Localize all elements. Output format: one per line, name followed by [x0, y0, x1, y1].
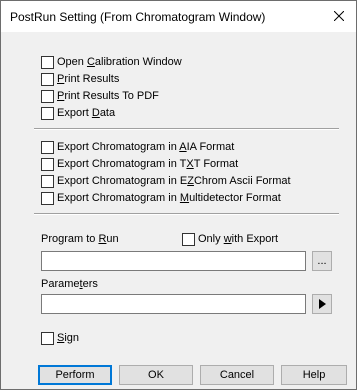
- parameters-label: Parameters: [41, 278, 98, 290]
- perform-button[interactable]: Perform: [38, 365, 112, 385]
- open-calibration-window-checkbox[interactable]: Open Calibration Window: [41, 55, 182, 69]
- checkbox-label: Export Chromatogram in Multidetector For…: [57, 191, 281, 204]
- close-icon: [334, 11, 344, 21]
- close-button[interactable]: [322, 1, 356, 31]
- dialog-title: PostRun Setting (From Chromatogram Windo…: [10, 10, 266, 24]
- program-to-run-input[interactable]: [41, 251, 306, 271]
- checkbox-label: Print Results: [57, 72, 120, 85]
- export-txt-checkbox[interactable]: Export Chromatogram in TXT Format: [41, 157, 238, 171]
- title-bar: PostRun Setting (From Chromatogram Windo…: [1, 1, 356, 32]
- postrun-setting-dialog: PostRun Setting (From Chromatogram Windo…: [0, 0, 357, 390]
- cancel-button[interactable]: Cancel: [200, 365, 274, 385]
- checkbox-label: Print Results To PDF: [57, 89, 159, 102]
- checkbox-box: [182, 232, 195, 246]
- help-button[interactable]: Help: [281, 365, 347, 385]
- checkbox-box: [41, 331, 54, 345]
- checkbox-label: Export Chromatogram in AIA Format: [57, 140, 235, 153]
- play-arrow-icon: [319, 299, 326, 309]
- sign-checkbox[interactable]: Sign: [41, 331, 79, 345]
- separator: [34, 128, 339, 130]
- checkbox-label: Export Chromatogram in TXT Format: [57, 157, 239, 170]
- checkbox-box: [41, 55, 54, 69]
- export-multidetector-checkbox[interactable]: Export Chromatogram in Multidetector For…: [41, 191, 281, 205]
- checkbox-box: [41, 140, 54, 154]
- parameters-input[interactable]: [41, 294, 306, 314]
- checkbox-box: [41, 191, 54, 205]
- print-results-checkbox[interactable]: Print Results: [41, 72, 119, 86]
- program-to-run-label: Program to Run: [41, 233, 119, 245]
- browse-button[interactable]: ...: [312, 251, 332, 271]
- export-ezchrom-ascii-checkbox[interactable]: Export Chromatogram in EZChrom Ascii For…: [41, 174, 291, 188]
- checkbox-label: Open Calibration Window: [57, 55, 182, 68]
- separator: [34, 213, 339, 215]
- checkbox-box: [41, 72, 54, 86]
- checkbox-box: [41, 89, 54, 103]
- checkbox-box: [41, 157, 54, 171]
- ok-button[interactable]: OK: [119, 365, 193, 385]
- checkbox-box: [41, 174, 54, 188]
- checkbox-label: Sign: [57, 331, 80, 344]
- print-results-to-pdf-checkbox[interactable]: Print Results To PDF: [41, 89, 159, 103]
- checkbox-box: [41, 106, 54, 120]
- export-data-checkbox[interactable]: Export Data: [41, 106, 115, 120]
- checkbox-label: Only with Export: [198, 232, 279, 245]
- export-aia-checkbox[interactable]: Export Chromatogram in AIA Format: [41, 140, 234, 154]
- parameters-insert-button[interactable]: [312, 294, 332, 314]
- checkbox-label: Export Chromatogram in EZChrom Ascii For…: [57, 174, 291, 187]
- only-with-export-checkbox[interactable]: Only with Export: [182, 232, 278, 246]
- checkbox-label: Export Data: [57, 106, 116, 119]
